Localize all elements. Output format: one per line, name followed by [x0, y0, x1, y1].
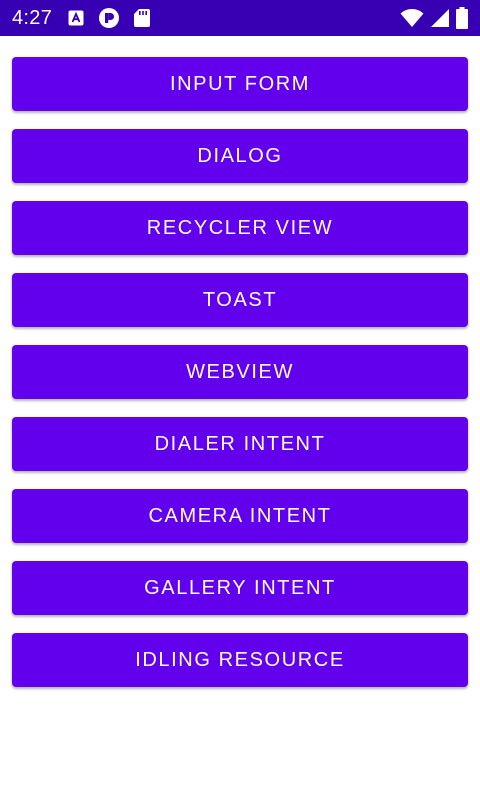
webview-button[interactable]: WEBVIEW [12, 345, 468, 399]
recycler-view-button[interactable]: RECYCLER VIEW [12, 201, 468, 255]
camera-intent-button[interactable]: CAMERA INTENT [12, 489, 468, 543]
gallery-intent-button[interactable]: GALLERY INTENT [12, 561, 468, 615]
media-icon [98, 7, 120, 29]
toast-button[interactable]: TOAST [12, 273, 468, 327]
cell-signal-icon [430, 8, 450, 28]
status-notification-icons [68, 7, 151, 29]
wifi-icon [400, 8, 424, 28]
input-form-button[interactable]: INPUT FORM [12, 57, 468, 111]
idling-resource-button[interactable]: IDLING RESOURCE [12, 633, 468, 687]
status-bar: 4:27 [0, 0, 480, 36]
dialer-intent-button[interactable]: DIALER INTENT [12, 417, 468, 471]
button-list: INPUT FORM DIALOG RECYCLER VIEW TOAST WE… [12, 57, 468, 705]
keyboard-a-icon [68, 10, 84, 26]
battery-icon [456, 7, 468, 29]
status-system-icons [400, 7, 468, 29]
status-time: 4:27 [12, 6, 53, 29]
sd-card-icon [134, 9, 151, 27]
dialog-button[interactable]: DIALOG [12, 129, 468, 183]
